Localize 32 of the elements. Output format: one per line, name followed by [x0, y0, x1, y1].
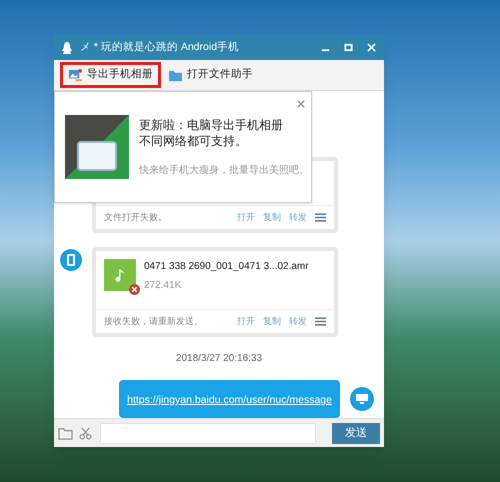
- menu-icon[interactable]: [315, 317, 326, 326]
- computer-avatar-icon: [350, 387, 374, 412]
- popup-headline: 更新啦：电脑导出手机相册不同网络都可支持。: [139, 116, 284, 149]
- popup-subtext: 快来给手机大瘦身，批量导出美照吧。: [139, 164, 309, 178]
- phone-avatar-icon: [60, 249, 82, 272]
- timestamp: 2018/3/27 20:16:33: [176, 352, 262, 366]
- toolbar-button[interactable]: 打开文件助手: [163, 62, 258, 88]
- folder-icon[interactable]: [58, 426, 73, 440]
- window-title: メ * 玩的就是心跳的 Android手机: [80, 40, 240, 55]
- maximize-icon[interactable]: [344, 43, 353, 52]
- action-link[interactable]: 复制: [263, 314, 281, 328]
- message-input-field[interactable]: [100, 422, 316, 444]
- close-icon[interactable]: [297, 100, 305, 108]
- error-icon: [129, 284, 140, 296]
- status-text: 接收失败，请重新发送。: [104, 314, 203, 328]
- photo-export-illustration: [65, 115, 129, 180]
- status-text: 文件打开失败。: [104, 210, 167, 224]
- message-link[interactable]: https://jingyan.baidu.com/user/nuc/message: [127, 394, 332, 406]
- file-size: 272.41K: [144, 279, 182, 294]
- action-link[interactable]: 转发: [289, 210, 307, 224]
- action-link[interactable]: 打开: [237, 210, 255, 224]
- photo-export-icon: [68, 68, 83, 82]
- action-link[interactable]: 转发: [289, 314, 307, 328]
- action-link[interactable]: 打开: [237, 314, 255, 328]
- scissors-icon[interactable]: [79, 426, 92, 440]
- action-link[interactable]: 复制: [263, 210, 281, 224]
- penguin-icon: [62, 42, 72, 54]
- menu-icon[interactable]: [315, 213, 326, 222]
- folder-icon: [168, 68, 183, 82]
- file-name: 0471 338 2690_001_0471 3...02.amr: [144, 260, 309, 274]
- send-button[interactable]: 发送: [332, 422, 380, 444]
- toolbar-button[interactable]: 导出手机相册: [60, 62, 161, 88]
